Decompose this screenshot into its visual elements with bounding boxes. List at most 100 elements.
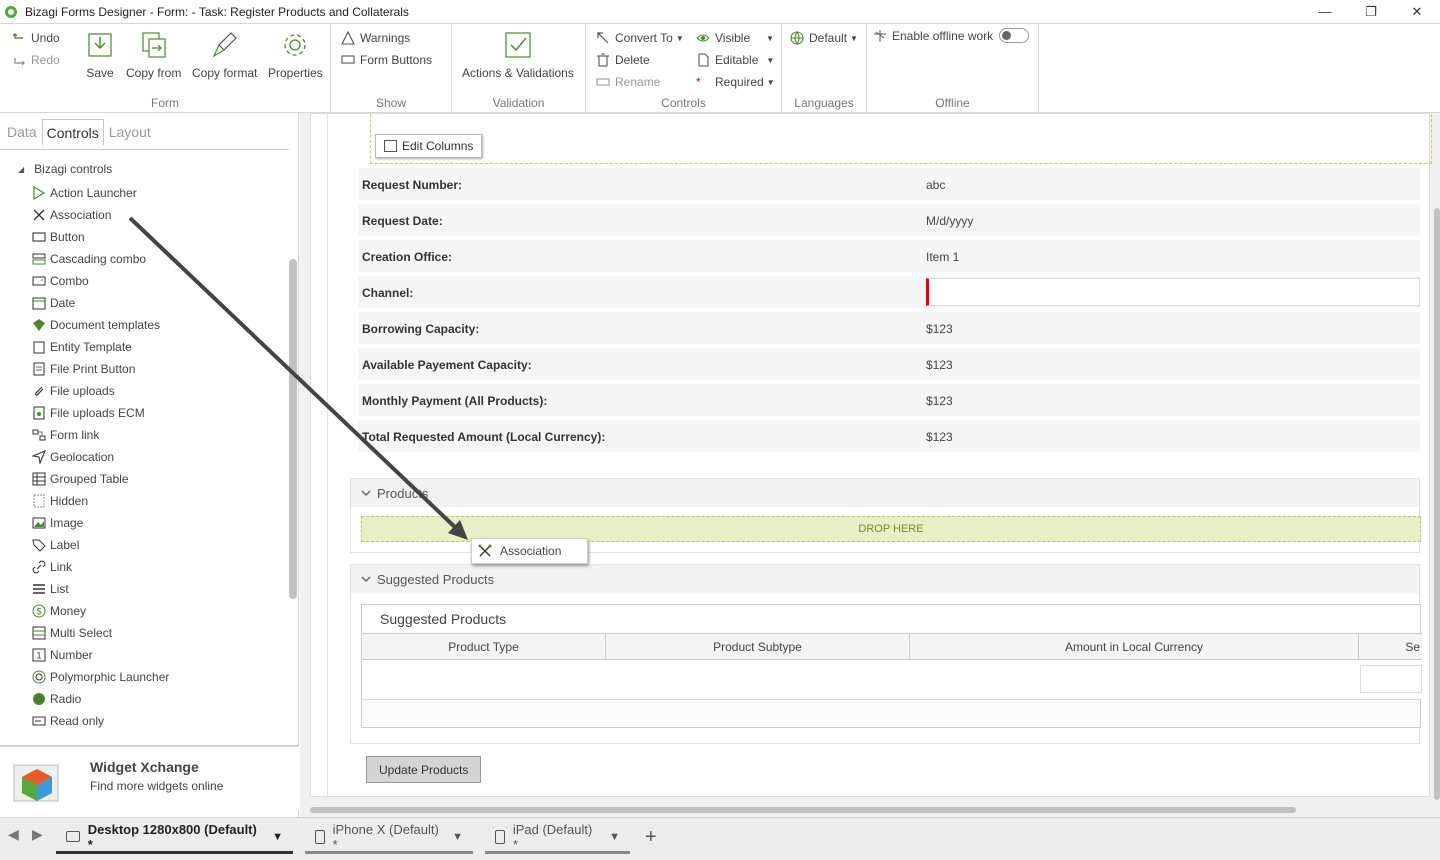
save-label: Save xyxy=(86,66,114,80)
form-field-row[interactable]: Creation Office: Item 1 xyxy=(358,240,1420,273)
controls-scrollbar[interactable] xyxy=(289,259,297,599)
tree-item-geolocation[interactable]: Geolocation xyxy=(32,448,114,466)
ribbon-group-show: Warnings Form Buttons Show xyxy=(331,24,452,113)
form-field-row[interactable]: Monthly Payment (All Products): $123 xyxy=(358,384,1420,417)
tree-item-cascading-combo[interactable]: Cascading combo xyxy=(32,250,146,268)
field-value[interactable]: M/d/yyyy xyxy=(926,214,973,228)
enable-offline-toggle[interactable]: Enable offline work xyxy=(873,28,1030,43)
properties-button[interactable]: Properties xyxy=(268,30,323,80)
suggested-products-table[interactable]: Suggested Products Product Type Product … xyxy=(361,604,1422,728)
suggested-section-header[interactable]: Suggested Products xyxy=(351,565,1419,593)
redo-button[interactable]: Redo xyxy=(12,53,60,67)
tree-item-button[interactable]: Button xyxy=(32,228,85,246)
chevron-down-icon[interactable]: ▼ xyxy=(609,831,620,843)
tree-item-date[interactable]: Date xyxy=(32,294,75,312)
collapse-chevron-icon[interactable] xyxy=(359,573,372,586)
dragged-association-control[interactable]: Association xyxy=(471,538,588,564)
delete-button[interactable]: Delete xyxy=(596,53,650,67)
column-header-product-type[interactable]: Product Type xyxy=(362,634,606,660)
tab-ipad[interactable]: iPad (Default) * ▼ xyxy=(485,822,630,854)
tree-item-action-launcher[interactable]: Action Launcher xyxy=(32,184,137,202)
actions-validations-button[interactable]: Actions & Validations xyxy=(462,30,574,80)
tree-item-grouped-table[interactable]: Grouped Table xyxy=(32,470,129,488)
close-button[interactable]: ✕ xyxy=(1394,0,1440,23)
chevron-down-icon[interactable]: ▼ xyxy=(272,831,283,843)
products-section-header[interactable]: Products xyxy=(351,479,1419,507)
form-field-row[interactable]: Request Date: M/d/yyyy xyxy=(358,204,1420,237)
add-device-tab-button[interactable]: + xyxy=(645,826,657,849)
field-value[interactable]: $123 xyxy=(926,322,953,336)
tree-item-document-templates[interactable]: Document templates xyxy=(32,316,160,334)
tree-item-file-uploads[interactable]: File uploads xyxy=(32,382,115,400)
copy-from-button[interactable]: Copy from xyxy=(126,30,181,80)
form-field-row[interactable]: Request Number: abc xyxy=(358,168,1420,201)
field-value[interactable]: $123 xyxy=(926,394,953,408)
save-button[interactable]: Save xyxy=(86,30,114,80)
language-dropdown[interactable]: Default ▼ xyxy=(790,31,858,45)
tree-item-entity-template[interactable]: Entity Template xyxy=(32,338,132,356)
tree-item-association[interactable]: Association xyxy=(32,206,111,224)
field-value[interactable]: Item 1 xyxy=(926,250,959,264)
field-value[interactable]: $123 xyxy=(926,430,953,444)
selected-grid-container[interactable]: Edit Columns xyxy=(370,114,1432,164)
maximize-button[interactable]: ❐ xyxy=(1348,0,1394,23)
tree-item-multi-select[interactable]: Multi Select xyxy=(32,624,112,642)
tab-layout[interactable]: Layout xyxy=(104,119,156,145)
field-value[interactable]: $123 xyxy=(926,358,953,372)
form-buttons-button[interactable]: Form Buttons xyxy=(341,53,432,67)
channel-input[interactable] xyxy=(926,278,1420,306)
undo-button[interactable]: Undo xyxy=(12,31,60,45)
widget-xchange-banner[interactable]: Widget Xchange Find more widgets online xyxy=(0,745,299,811)
canvas-horizontal-scrollbar[interactable] xyxy=(310,807,1296,813)
column-header-amount[interactable]: Amount in Local Currency xyxy=(910,634,1359,660)
form-field-row[interactable]: Total Requested Amount (Local Currency):… xyxy=(358,420,1420,453)
tree-item-read-only[interactable]: Read only xyxy=(32,712,104,730)
rename-button[interactable]: Rename xyxy=(596,75,660,89)
form-field-row[interactable]: Available Payement Capacity: $123 xyxy=(358,348,1420,381)
tab-iphone[interactable]: iPhone X (Default) * ▼ xyxy=(305,822,473,854)
warnings-button[interactable]: Warnings xyxy=(341,31,410,45)
controls-tree: ◢ Bizagi controls Action Launcher Associa… xyxy=(0,149,289,749)
tree-item-polymorphic-launcher[interactable]: Polymorphic Launcher xyxy=(32,668,169,686)
canvas-vertical-scrollbar[interactable] xyxy=(1434,208,1440,800)
tree-item-hidden[interactable]: Hidden xyxy=(32,492,88,510)
offline-toggle-switch[interactable] xyxy=(999,28,1030,43)
scroll-right-arrow-icon[interactable]: ▶ xyxy=(32,826,43,843)
tree-item-file-print-button[interactable]: File Print Button xyxy=(32,360,135,378)
collapse-chevron-icon[interactable] xyxy=(359,487,372,500)
editable-button[interactable]: Editable ▼ xyxy=(696,53,774,67)
tree-item-link[interactable]: Link xyxy=(32,558,72,576)
convert-to-button[interactable]: Convert To ▼ xyxy=(596,31,684,45)
scroll-left-arrow-icon[interactable]: ◀ xyxy=(8,826,19,843)
tree-item-combo[interactable]: Combo xyxy=(32,272,89,290)
suggested-products-section[interactable]: Suggested Products Suggested Products Pr… xyxy=(350,564,1422,744)
tree-item-image[interactable]: Image xyxy=(32,514,83,532)
edit-columns-button[interactable]: Edit Columns xyxy=(375,134,483,158)
chevron-down-icon[interactable]: ▼ xyxy=(452,831,463,843)
tree-item-radio[interactable]: Radio xyxy=(32,690,81,708)
tab-desktop[interactable]: Desktop 1280x800 (Default) * ▼ xyxy=(56,822,293,854)
update-products-button[interactable]: Update Products xyxy=(366,756,482,783)
table-cell-input[interactable] xyxy=(1360,665,1422,693)
form-field-row[interactable]: Channel: xyxy=(358,276,1420,309)
tab-controls[interactable]: Controls xyxy=(41,119,104,145)
copy-format-button[interactable]: Copy format xyxy=(192,30,257,80)
tab-data[interactable]: Data xyxy=(2,119,42,145)
tree-item-form-link[interactable]: Form link xyxy=(32,426,99,444)
column-header-truncated[interactable]: Se xyxy=(1359,634,1422,660)
tree-item-number[interactable]: 1 Number xyxy=(32,646,93,664)
tree-item-label[interactable]: Label xyxy=(32,536,79,554)
form-field-row[interactable]: Borrowing Capacity: $123 xyxy=(358,312,1420,345)
minimize-button[interactable]: — xyxy=(1302,0,1348,23)
tree-item-file-uploads-ecm[interactable]: File uploads ECM xyxy=(32,404,145,422)
tree-root-bizagi-controls[interactable]: ◢ Bizagi controls xyxy=(18,162,112,176)
redo-label: Redo xyxy=(31,53,60,67)
field-value[interactable]: abc xyxy=(926,178,945,192)
required-button[interactable]: * Required ▼ xyxy=(696,75,775,89)
tree-item-list[interactable]: List xyxy=(32,580,69,598)
visible-button[interactable]: Visible ▼ xyxy=(696,31,774,45)
tree-item-money[interactable]: $ Money xyxy=(32,602,86,620)
column-header-product-subtype[interactable]: Product Subtype xyxy=(606,634,910,660)
entity-template-icon xyxy=(32,340,46,354)
expand-triangle-icon[interactable]: ◢ xyxy=(18,165,24,174)
